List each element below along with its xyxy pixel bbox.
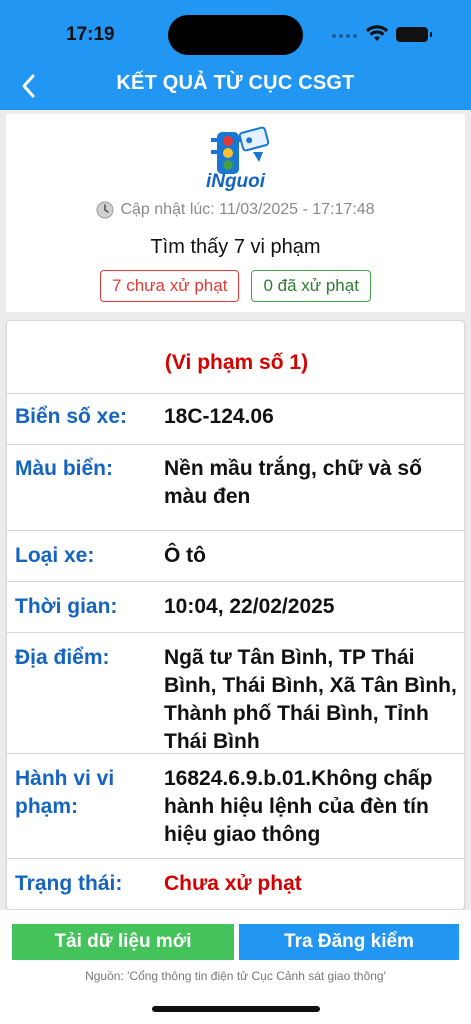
row-location: Địa điểm: Ngã tư Tân Bình, TP Thái Bình,…	[7, 632, 464, 753]
row-value: Ô tô	[164, 544, 206, 567]
row-label: Màu biển:	[15, 457, 113, 480]
summary-card: iNguoi Cập nhật lúc: 11/03/2025 - 17:17:…	[6, 114, 465, 312]
row-label: Thời gian:	[15, 595, 118, 618]
signal-icon	[332, 34, 357, 38]
row-value: 18C-124.06	[164, 405, 274, 428]
row-label: Loại xe:	[15, 544, 95, 567]
row-time: Thời gian: 10:04, 22/02/2025	[7, 581, 464, 632]
reload-data-button[interactable]: Tải dữ liệu mới	[12, 924, 234, 960]
violation-card: (Vi phạm số 1) Biển số xe: 18C-124.06 Mà…	[6, 320, 465, 910]
inspection-lookup-button[interactable]: Tra Đăng kiểm	[239, 924, 459, 960]
row-value: Ngã tư Tân Bình, TP Thái Bình, Thái Bình…	[164, 646, 457, 753]
battery-icon	[396, 27, 432, 42]
found-count-text: Tìm thấy 7 vi phạm	[150, 236, 321, 258]
row-vehicle-type: Loại xe: Ô tô	[7, 530, 464, 581]
app-header: KẾT QUẢ TỪ CỤC CSGT	[0, 62, 471, 110]
logo-text: iNguoi	[205, 171, 266, 192]
update-time-text: Cập nhật lúc: 11/03/2025 - 17:17:48	[120, 201, 375, 218]
dynamic-island	[168, 15, 303, 55]
source-text: Nguồn: 'Cổng thông tin điện tử Cục Cảnh …	[85, 969, 386, 983]
unpaid-badge[interactable]: 7 chưa xử phạt	[100, 270, 240, 302]
home-indicator[interactable]	[152, 1006, 320, 1012]
status-bar: 17:19	[0, 0, 471, 62]
status-badges: 7 chưa xử phạt 0 đã xử phạt	[6, 270, 465, 302]
row-value: 16824.6.9.b.01.Không chấp hành hiệu lệnh…	[164, 767, 433, 846]
wifi-icon	[365, 25, 389, 41]
update-time: Cập nhật lúc: 11/03/2025 - 17:17:48	[6, 201, 465, 219]
violation-title: (Vi phạm số 1)	[164, 351, 309, 374]
row-plate-color: Màu biển: Nền mầu trắng, chữ và số màu đ…	[7, 444, 464, 530]
row-value: Nền mầu trắng, chữ và số màu đen	[164, 457, 422, 508]
status-time: 17:19	[66, 24, 115, 45]
row-plate: Biển số xe: 18C-124.06	[7, 393, 464, 444]
row-label: Biển số xe:	[15, 405, 128, 428]
row-label: Hành vi vi phạm:	[15, 767, 115, 818]
row-value: 10:04, 22/02/2025	[164, 595, 335, 618]
row-violation-behavior: Hành vi vi phạm: 16824.6.9.b.01.Không ch…	[7, 753, 464, 858]
bottom-bar: Tải dữ liệu mới Tra Đăng kiểm Nguồn: 'Cổ…	[0, 910, 471, 1024]
row-status: Trạng thái: Chưa xử phạt	[7, 858, 464, 909]
clock-icon	[96, 201, 114, 219]
row-value-status: Chưa xử phạt	[164, 872, 302, 895]
page-title: KẾT QUẢ TỪ CỤC CSGT	[116, 72, 355, 94]
paid-badge[interactable]: 0 đã xử phạt	[251, 270, 371, 302]
row-label: Địa điểm:	[15, 646, 110, 669]
row-label: Trạng thái:	[15, 872, 123, 895]
